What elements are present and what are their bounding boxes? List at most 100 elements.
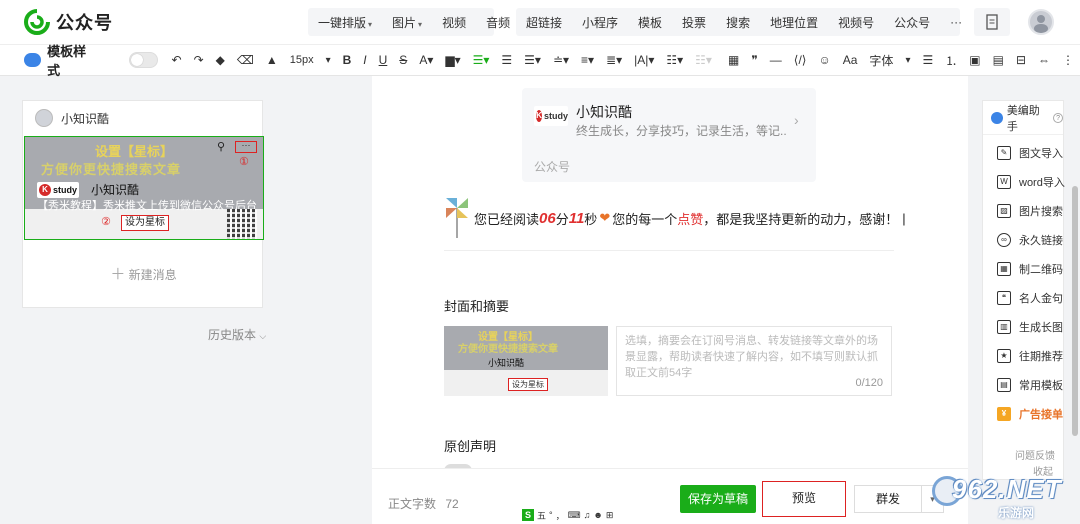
code-icon[interactable]: ⟨/⟩ (794, 53, 807, 67)
font-color-icon[interactable]: A▾ (419, 53, 433, 67)
strikethrough-icon[interactable]: S (399, 53, 407, 67)
template-style-toggle[interactable] (128, 52, 158, 68)
document-icon (986, 14, 998, 30)
account-card[interactable]: Kstudy 小知识酷 终生成长，分享技巧，记录生活，等记... › 公众号 (522, 88, 816, 182)
menu-video[interactable]: 视频 (432, 14, 476, 31)
redo-icon[interactable]: ↷ (194, 53, 204, 67)
recommend-icon: ★ (997, 349, 1011, 363)
font-family-select[interactable]: 字体 (869, 52, 893, 69)
page-scrollbar[interactable] (1072, 186, 1078, 436)
summary-textarea[interactable]: 选填，摘要会在订阅号消息、转发链接等文章外的场景显露，帮助读者快速了解内容，如不… (616, 326, 892, 396)
align-justify-icon[interactable]: ☰ (922, 53, 933, 67)
word-count-value: 72 (445, 497, 459, 511)
ime-degree[interactable]: ° (549, 510, 553, 520)
assistant-long-image[interactable]: ▥ 生成长图 (997, 319, 1063, 335)
more-tools-icon[interactable]: ⋮ (1062, 53, 1074, 67)
template-style-icon (24, 53, 42, 67)
underline-icon[interactable]: U (379, 53, 388, 67)
font-size-select[interactable]: 15px (290, 54, 314, 66)
font-family-chevron-icon[interactable]: ▾ (905, 55, 910, 66)
menu-vote[interactable]: 投票 (672, 14, 716, 31)
account-card-logo: Kstudy (534, 106, 568, 126)
menu-miniprogram[interactable]: 小程序 (572, 14, 628, 31)
assistant-article-import[interactable]: ✎ 图文导入 (997, 145, 1063, 161)
help-icon[interactable]: ? (1053, 112, 1063, 123)
bold-icon[interactable]: B (343, 53, 352, 67)
assistant-item-label: 往期推荐 (1019, 351, 1063, 363)
adjust-icon[interactable]: ⊟ (1016, 53, 1026, 67)
ordered-list-icon[interactable]: ☷▾ (695, 53, 712, 67)
thumb-brand-name: 小知识酷 (91, 183, 140, 197)
user-avatar[interactable] (1028, 9, 1054, 35)
thumb-brand: Kstudy 小知识酷 (37, 181, 139, 198)
menu-search[interactable]: 搜索 (716, 14, 760, 31)
paragraph-spacing-icon[interactable]: ≡▾ (581, 53, 594, 67)
assistant-qrcode[interactable]: ▦ 制二维码 (997, 261, 1063, 277)
card-icon[interactable]: ▤ (993, 53, 1004, 67)
assistant-common-templates[interactable]: ▤ 常用模板 (997, 377, 1063, 393)
save-draft-button[interactable]: 保存为草稿 (680, 485, 756, 513)
editor-area[interactable]: Kstudy 小知识酷 终生成长，分享技巧，记录生活，等记... › 公众号 您… (372, 76, 968, 524)
line-height-icon[interactable]: ≐▾ (553, 53, 569, 67)
ime-mode[interactable]: 五 (537, 509, 546, 522)
article-thumbnail[interactable]: 设置【星标】 方便你更快捷搜索文章 ⚲ ··· ① Kstudy 小知识酷 【秀… (24, 136, 264, 240)
list-icon[interactable]: ☷▾ (666, 53, 683, 67)
assistant-past-recommend[interactable]: ★ 往期推荐 (997, 348, 1063, 364)
document-button[interactable] (974, 8, 1010, 36)
search-icon: ⚲ (217, 141, 226, 153)
clear-format-icon[interactable]: ⌫ (237, 53, 254, 67)
ime-mic-icon[interactable]: ♫ (584, 510, 591, 520)
history-version-link[interactable]: 历史版本 ⌵ (208, 326, 266, 343)
format-painter-icon[interactable]: ◆ (216, 53, 225, 67)
ime-keyboard-icon[interactable]: ⌨ (568, 510, 581, 521)
ime-user-icon[interactable]: ☻ (593, 510, 602, 520)
menu-hyperlink[interactable]: 超链接 (516, 14, 572, 31)
indent-icon[interactable]: ☰▾ (524, 53, 541, 67)
menu-channels[interactable]: 视频号 (828, 14, 884, 31)
undo-icon[interactable]: ↶ (172, 53, 182, 67)
divider (444, 250, 894, 251)
ime-grid-icon[interactable]: ⊞ (606, 510, 614, 521)
chevron-down-icon: ⌵ (259, 331, 267, 341)
resize-icon[interactable]: ⇔ (1038, 53, 1050, 67)
assistant-item-label: 图文导入 (1019, 148, 1063, 160)
menu-auto-layout[interactable]: 一键排版 (308, 14, 382, 31)
menu-template[interactable]: 模板 (628, 14, 672, 31)
menu-more[interactable]: ··· (940, 15, 972, 29)
italic-icon[interactable]: I (363, 53, 366, 67)
new-message-button[interactable]: ＋ 新建消息 (23, 263, 264, 284)
emoji-icon[interactable]: ☺ (818, 53, 830, 67)
ime-punct[interactable]: ， (556, 509, 565, 522)
image-icon[interactable]: ▣ (969, 53, 980, 67)
assistant-ad-orders[interactable]: ¥ 广告接单 (997, 406, 1063, 422)
assistant-image-search[interactable]: ▨ 图片搜索 (997, 203, 1063, 219)
summary-placeholder: 选填，摘要会在订阅号消息、转发链接等文章外的场景显露，帮助读者快速了解内容，如不… (625, 335, 878, 379)
menu-audio[interactable]: 音频 (476, 14, 520, 31)
assistant-item-label: 图片搜索 (1019, 206, 1063, 218)
first-indent-icon[interactable]: ≣▾ (606, 53, 622, 67)
assistant-permanent-link[interactable]: ∞ 永久链接 (997, 232, 1063, 248)
divider-icon[interactable]: — (770, 53, 782, 67)
sogou-ime-icon[interactable]: S (522, 509, 534, 521)
cover-title-line2: 方便你更快捷搜索文章 (458, 344, 558, 355)
menu-image[interactable]: 图片 (382, 14, 432, 31)
align-left-icon[interactable]: ☰▾ (473, 53, 490, 67)
background-color-icon[interactable]: ▆▾ (445, 53, 460, 67)
preview-button[interactable]: 预览 (762, 481, 846, 517)
eraser-icon[interactable]: ▲ (266, 53, 278, 67)
font-size-chevron-icon[interactable]: ▾ (326, 55, 331, 66)
table-icon[interactable]: ▦ (728, 53, 739, 67)
ordered-numbering-icon[interactable]: ⒈ (945, 52, 957, 69)
quote-icon[interactable]: ❞ (751, 53, 757, 67)
text-style-icon[interactable]: Aa (843, 53, 858, 67)
app-logo[interactable]: 公众号 (24, 9, 113, 35)
align-center-icon[interactable]: ☰ (501, 53, 512, 67)
letter-spacing-icon[interactable]: |A|▾ (634, 53, 654, 67)
assistant-word-import[interactable]: Wword导入 (997, 174, 1065, 190)
menu-official-account[interactable]: 公众号 (884, 14, 940, 31)
menu-location[interactable]: 地理位置 (760, 14, 828, 31)
feedback-link[interactable]: 问题反馈 (1015, 447, 1055, 462)
assistant-quotes[interactable]: ❝ 名人金句 (997, 290, 1063, 306)
cover-image[interactable]: 设置【星标】 方便你更快捷搜索文章 小知识酷 设为星标 (444, 326, 608, 396)
template-style-button[interactable]: 模板样式 (24, 41, 97, 79)
